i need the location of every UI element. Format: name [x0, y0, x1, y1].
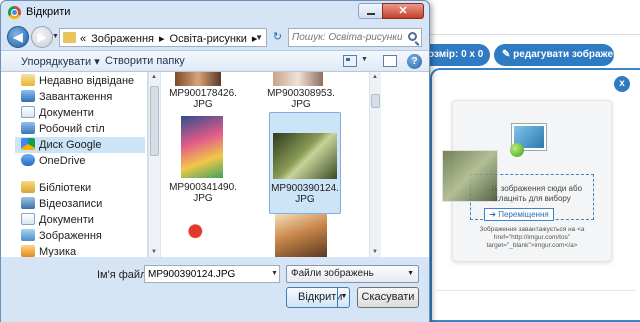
breadcrumb: «Зображення ▸ Освіта-рисунки ▸ — [80, 32, 262, 45]
filename-dropdown-icon[interactable]: ▼ — [271, 270, 278, 277]
image-thumbnail[interactable] — [181, 116, 223, 178]
search-input[interactable] — [292, 31, 402, 44]
panel-close-button[interactable]: x — [614, 76, 630, 92]
preview-pane-icon[interactable] — [383, 55, 397, 67]
videos-icon — [21, 197, 35, 209]
breadcrumb-overflow[interactable]: « — [80, 33, 86, 45]
recent-places-icon — [21, 74, 35, 86]
scrollbar-thumb[interactable] — [150, 86, 159, 156]
image-thumbnail[interactable] — [273, 72, 323, 86]
image-thumbnail[interactable] — [175, 214, 233, 257]
filetype-value: Файли зображень — [291, 268, 374, 279]
dialog-title: Відкрити — [26, 6, 71, 18]
search-box[interactable] — [288, 28, 422, 47]
breadcrumb-separator[interactable]: ▸ — [159, 33, 165, 45]
folder-icon — [63, 32, 76, 43]
scroll-up-icon[interactable]: ▲ — [151, 74, 157, 80]
cancel-button[interactable]: Скасувати — [357, 287, 419, 308]
new-folder-button[interactable]: Створити папку — [105, 55, 185, 67]
nav-item-documents[interactable]: Документи — [21, 105, 94, 121]
file-list: MP900178426.JPG MP900308953.JPG MP900341… — [161, 72, 369, 257]
address-dropdown-icon[interactable]: ▼ — [255, 33, 263, 42]
scroll-down-icon[interactable]: ▼ — [372, 249, 378, 255]
divider — [430, 34, 640, 35]
file-item[interactable]: MP900341490.JPG — [167, 182, 239, 204]
breadcrumb-item-pictures[interactable]: Зображення — [91, 33, 154, 45]
close-button[interactable]: ✕ — [382, 3, 424, 19]
history-dropdown-icon[interactable]: ▼ — [52, 33, 59, 40]
edit-image-label: редагувати зображення — [513, 49, 631, 60]
image-thumbnail[interactable] — [275, 214, 327, 257]
command-toolbar: Упорядкувати ▾ Створити папку ▼ ? — [1, 50, 429, 72]
nav-item-desktop[interactable]: Робочий стіл — [21, 121, 105, 137]
filename-input[interactable] — [144, 265, 280, 283]
nav-item-downloads[interactable]: Завантаження — [21, 89, 112, 105]
file-name: MP900390124.JPG — [271, 183, 339, 205]
content-padding — [381, 72, 429, 257]
divider — [436, 290, 636, 291]
breadcrumb-item-current[interactable]: Освіта-рисунки — [170, 33, 247, 45]
scroll-down-icon[interactable]: ▼ — [151, 249, 157, 255]
open-file-dialog: Відкрити ✕ ◀ ▶ ▼ « Зображення ▸ Освіта-рису… — [0, 0, 430, 322]
nav-item-onedrive[interactable]: OneDrive — [21, 153, 85, 169]
move-button-label: Переміщення — [498, 210, 549, 219]
image-thumbnail[interactable] — [175, 72, 221, 86]
chevron-down-icon: ▼ — [407, 270, 414, 277]
file-item-selected[interactable]: MP900390124.JPG — [269, 112, 341, 214]
forward-button[interactable]: ▶ — [31, 26, 53, 48]
navigation-scrollbar[interactable]: ▲ ▼ — [148, 72, 160, 257]
dialog-footer: Ім'я файлу: ▼ Файли зображень ▼ Відкрити… — [1, 257, 429, 322]
arrow-right-icon: ➔ — [489, 210, 499, 219]
upload-note: Зображення завантажується на <a href="ht… — [479, 226, 585, 249]
edit-image-button[interactable]: ✎ редагувати зображення — [494, 44, 631, 66]
scroll-up-icon[interactable]: ▲ — [372, 74, 378, 80]
nav-item-videos[interactable]: Відеозаписи — [21, 196, 102, 212]
onedrive-icon — [21, 154, 35, 166]
refresh-button[interactable]: ↻ — [269, 28, 286, 47]
move-button[interactable]: ➔ Переміщення — [484, 208, 554, 221]
libraries-icon — [21, 181, 35, 193]
downloads-icon — [21, 90, 35, 102]
chrome-icon — [8, 6, 21, 19]
image-thumbnail — [273, 133, 337, 179]
scrollbar-thumb[interactable] — [371, 94, 380, 108]
edit-icon: ✎ — [502, 49, 514, 60]
documents-icon — [21, 213, 35, 225]
filetype-select[interactable]: Файли зображень ▼ — [286, 265, 419, 283]
dialog-titlebar[interactable]: Відкрити ✕ — [1, 1, 429, 25]
help-icon[interactable]: ? — [407, 54, 422, 69]
dragged-image-thumbnail — [442, 150, 498, 202]
view-dropdown-icon[interactable]: ▼ — [361, 56, 368, 63]
nav-item-library-documents[interactable]: Документи — [21, 212, 94, 228]
music-icon — [21, 245, 35, 257]
documents-icon — [21, 106, 35, 118]
address-row: ◀ ▶ ▼ «Зображення ▸ Освіта-рисунки ▸ ▼ ↻ — [1, 25, 429, 49]
organize-button[interactable]: Упорядкувати ▾ — [21, 55, 100, 68]
google-drive-icon — [21, 138, 35, 150]
globe-icon — [510, 143, 524, 157]
search-icon — [408, 32, 417, 41]
file-item[interactable]: MP900308953.JPG — [265, 88, 337, 110]
nav-group-libraries[interactable]: Бібліотеки — [21, 180, 91, 196]
nav-item-music[interactable]: Музика — [21, 244, 76, 257]
desktop-icon — [21, 122, 35, 134]
pictures-icon — [21, 229, 35, 241]
minimize-button[interactable] — [358, 3, 382, 19]
change-view-icon[interactable] — [343, 55, 357, 67]
address-bar[interactable]: «Зображення ▸ Освіта-рисунки ▸ ▼ — [59, 28, 267, 47]
file-item[interactable]: MP900178426.JPG — [167, 88, 239, 110]
file-list-scrollbar[interactable]: ▲ ▼ — [369, 72, 381, 257]
nav-item-pictures[interactable]: Зображення — [21, 228, 102, 244]
back-button[interactable]: ◀ — [7, 26, 29, 48]
nav-item-google-drive[interactable]: Диск Google — [15, 137, 145, 153]
navigation-pane: Недавно відвідане Завантаження Документи… — [1, 72, 148, 257]
nav-item-recent[interactable]: Недавно відвідане — [21, 73, 134, 89]
open-split-dropdown[interactable]: ▼ — [337, 287, 350, 308]
